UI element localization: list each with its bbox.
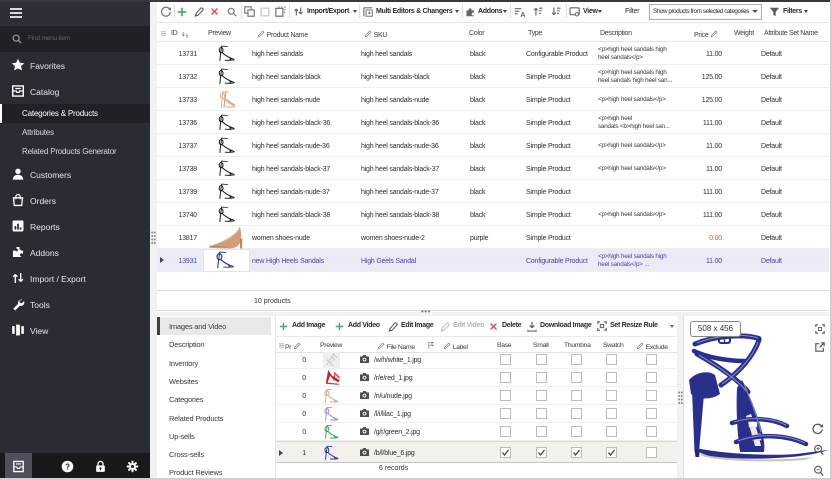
svg-text:?: ? <box>65 462 70 471</box>
svg-text:A: A <box>520 10 525 17</box>
